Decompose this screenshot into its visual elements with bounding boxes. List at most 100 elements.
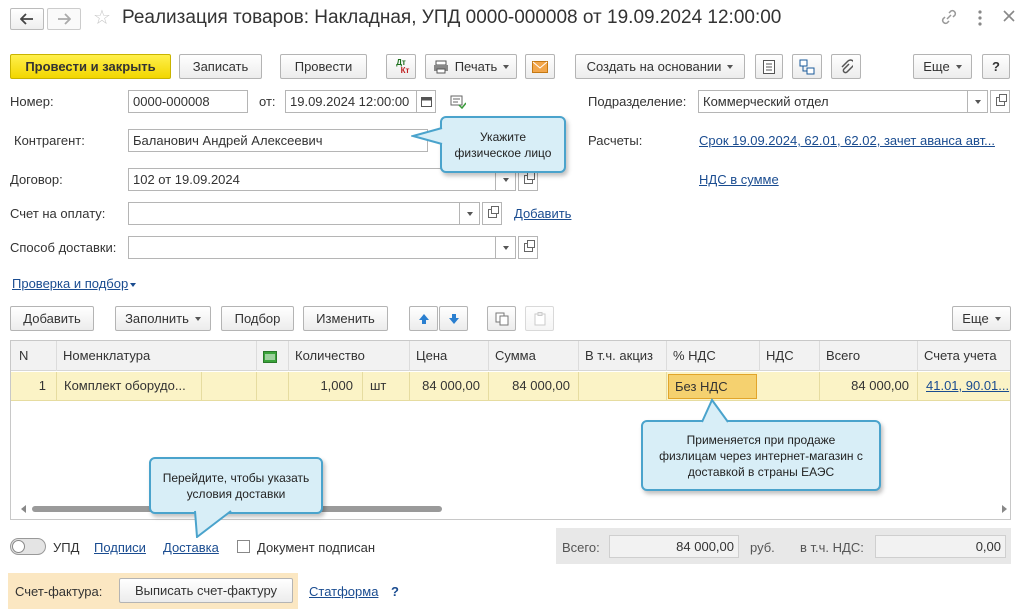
tooltip-counterparty: Укажите физическое лицо [440, 116, 566, 173]
upd-label: УПД [53, 540, 80, 555]
statform-link[interactable]: Статформа [309, 584, 378, 599]
move-up-button[interactable] [409, 306, 438, 331]
journal-button[interactable] [755, 54, 783, 79]
header-price[interactable]: Цена [410, 341, 489, 371]
move-down-button[interactable] [439, 306, 468, 331]
row-qty[interactable]: 1,000 [289, 372, 363, 400]
chevron-down-icon [955, 64, 962, 69]
dt-kt-button[interactable]: Дт Кт [386, 54, 416, 79]
more-label: Еще [923, 59, 950, 74]
counterparty-field[interactable]: Баланович Андрей Алексеевич [128, 129, 428, 152]
header-account[interactable]: Счета учета [918, 341, 1010, 371]
help-button[interactable]: ? [982, 54, 1010, 79]
division-field[interactable]: Коммерческий отдел [698, 90, 968, 113]
currency-label: руб. [750, 540, 775, 555]
header-item[interactable]: Номенклатура [57, 341, 257, 371]
row-vat-rate[interactable]: Без НДС [668, 374, 757, 399]
signatures-link[interactable]: Подписи [94, 540, 146, 555]
table-more-button[interactable]: Еще [952, 306, 1011, 331]
upd-toggle[interactable] [10, 538, 46, 555]
table-add-button[interactable]: Добавить [10, 306, 94, 331]
email-button[interactable] [525, 54, 555, 79]
save-button[interactable]: Записать [179, 54, 262, 79]
delivery-method-open-button[interactable] [518, 236, 538, 259]
invoice-open-button[interactable] [482, 202, 502, 225]
delivery-method-dropdown[interactable] [496, 236, 516, 259]
post-and-close-button[interactable]: Провести и закрыть [10, 54, 171, 79]
contract-field[interactable]: 102 от 19.09.2024 [128, 168, 496, 191]
header-vat[interactable]: НДС [760, 341, 820, 371]
structure-button[interactable] [792, 54, 822, 79]
row-vat[interactable] [760, 372, 820, 400]
table-more-label: Еще [962, 311, 989, 326]
chevron-down-icon [994, 316, 1001, 321]
row-account[interactable]: 41.01, 90.01... [918, 372, 1010, 400]
list-icon [763, 59, 775, 74]
tooltip-delivery-pointer [194, 510, 232, 538]
row-unit[interactable]: шт [363, 372, 410, 400]
counterparty-label: Контрагент: [14, 133, 85, 148]
header-sum[interactable]: Сумма [489, 341, 579, 371]
invoice-dropdown[interactable] [460, 202, 480, 225]
attach-button[interactable] [831, 54, 861, 79]
calendar-button[interactable] [416, 90, 436, 113]
post-button[interactable]: Провести [280, 54, 367, 79]
header-excise[interactable]: В т.ч. акциз [579, 341, 667, 371]
delivery-method-field[interactable] [128, 236, 496, 259]
row-sum[interactable]: 84 000,00 [489, 372, 579, 400]
contract-label: Договор: [10, 172, 63, 187]
structure-icon [799, 59, 815, 74]
row-item-ext[interactable] [202, 372, 257, 400]
forward-button[interactable] [47, 8, 81, 30]
check-and-pick-link[interactable]: Проверка и подбор [12, 276, 137, 291]
statform-help[interactable]: ? [391, 584, 399, 599]
paste-icon [534, 311, 545, 325]
delivery-method-label: Способ доставки: [10, 240, 117, 255]
table-pick-button[interactable]: Подбор [221, 306, 294, 331]
division-dropdown[interactable] [968, 90, 988, 113]
division-open-button[interactable] [990, 90, 1010, 113]
row-total[interactable]: 84 000,00 [820, 372, 918, 400]
table-change-button[interactable]: Изменить [303, 306, 388, 331]
row-n: 1 [11, 372, 57, 400]
link-icon[interactable] [940, 8, 960, 28]
issue-invoice-button[interactable]: Выписать счет-фактуру [119, 578, 293, 603]
row-excise[interactable] [579, 372, 667, 400]
tooltip-delivery: Перейдите, чтобы указать условия доставк… [149, 457, 323, 514]
check-and-pick-label: Проверка и подбор [12, 276, 129, 291]
print-label: Печать [454, 59, 498, 74]
header-qty[interactable]: Количество [289, 341, 410, 371]
invoice-field[interactable] [128, 202, 460, 225]
header-vat-rate[interactable]: % НДС [667, 341, 760, 371]
chevron-down-icon [194, 316, 201, 321]
arrow-down-icon [448, 313, 459, 324]
close-icon[interactable] [1002, 9, 1018, 25]
menu-dots-icon[interactable] [974, 8, 986, 28]
header-n[interactable]: N [11, 341, 57, 371]
row-marking[interactable] [257, 372, 289, 400]
more-button[interactable]: Еще [913, 54, 972, 79]
copy-row-button[interactable] [487, 306, 516, 331]
delivery-link[interactable]: Доставка [163, 540, 219, 555]
date-field[interactable]: 19.09.2024 12:00:00 [285, 90, 417, 113]
number-field[interactable]: 0000-000008 [128, 90, 248, 113]
create-based-on-button[interactable]: Создать на основании [575, 54, 745, 79]
invoice-add-link[interactable]: Добавить [514, 206, 571, 221]
settlements-link[interactable]: Срок 19.09.2024, 62.01, 62.02, зачет ава… [699, 133, 1009, 148]
arrow-right-icon [58, 13, 71, 25]
row-price[interactable]: 84 000,00 [410, 372, 489, 400]
total-vat-label: в т.ч. НДС: [800, 540, 864, 555]
comment-icon[interactable] [450, 95, 467, 112]
table-fill-button[interactable]: Заполнить [115, 306, 211, 331]
back-button[interactable] [10, 8, 44, 30]
signed-checkbox[interactable] [237, 540, 250, 553]
row-item[interactable]: Комплект оборудо... [57, 372, 202, 400]
vat-in-sum-link[interactable]: НДС в сумме [699, 172, 779, 187]
arrow-up-icon [418, 313, 429, 324]
print-button[interactable]: Печать [425, 54, 517, 79]
header-marking[interactable] [257, 341, 289, 371]
header-total[interactable]: Всего [820, 341, 918, 371]
favorite-star-icon[interactable]: ☆ [93, 6, 111, 30]
division-label: Подразделение: [588, 94, 687, 109]
row-account-link[interactable]: 41.01, 90.01... [926, 378, 1009, 393]
